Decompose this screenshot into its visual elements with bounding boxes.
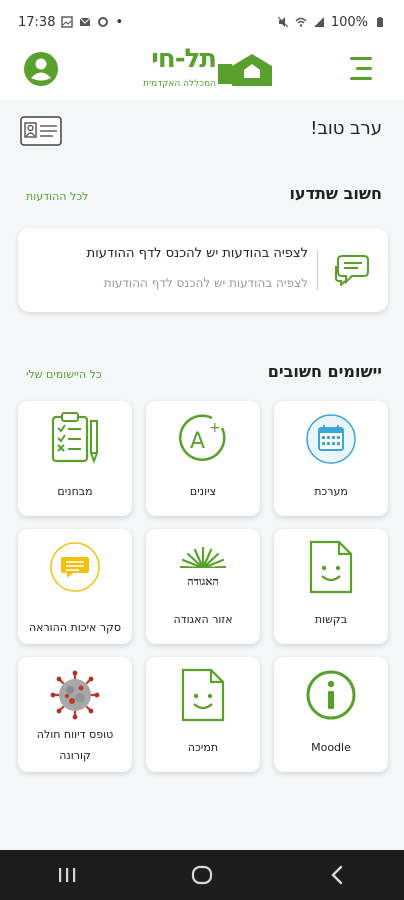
status-bar: 17:38 • 100% — [0, 0, 404, 44]
logo-subtitle: המכללה האקדמית — [143, 79, 216, 89]
app-tile-schedule[interactable]: מערכת — [274, 401, 388, 516]
coronavirus-icon — [50, 670, 100, 720]
notices-card-divider — [317, 250, 318, 290]
home-button[interactable] — [172, 855, 232, 895]
app-tile-label: מבחנים — [57, 485, 93, 498]
chevron-left-icon — [330, 865, 342, 885]
student-id-card-icon[interactable] — [20, 116, 62, 146]
mute-icon — [277, 16, 289, 28]
apps-section-title: יישומים חשובים — [267, 362, 382, 381]
status-dot: • — [115, 14, 124, 30]
app-tile-exams[interactable]: מבחנים — [18, 401, 132, 516]
notices-card[interactable]: לצפיה בהודעות יש להכנס לדף ההודעות לצפיה… — [18, 228, 388, 312]
logo-house-icon — [218, 54, 272, 86]
notices-card-title: לצפיה בהודעות יש להכנס לדף ההודעות — [86, 246, 308, 261]
status-bar-right: 100% — [277, 15, 386, 30]
svg-text:+: + — [209, 420, 221, 436]
status-time: 17:38 — [18, 14, 56, 30]
signal-icon — [313, 17, 324, 27]
survey-chat-icon — [50, 542, 100, 592]
app-tile-student-union[interactable]: האגודה אזור האגודה — [146, 529, 260, 644]
app-tile-grades[interactable]: A + ציונים — [146, 401, 260, 516]
recent-apps-icon — [59, 868, 76, 882]
system-navigation-bar — [0, 850, 404, 900]
smiley-document-icon — [181, 668, 225, 722]
grade-a-plus-icon: A + — [179, 414, 226, 461]
app-tile-label: מערכת — [314, 485, 348, 498]
union-logo-text: האגודה — [187, 575, 218, 588]
app-tile-label: טופס דיווח חולה קורונה — [36, 728, 114, 762]
gallery-notification-icon — [61, 16, 74, 28]
wifi-icon — [295, 17, 307, 27]
app-tile-label: בקשות — [314, 613, 348, 626]
tel-hai-logo: תל-חי המכללה האקדמית — [132, 44, 272, 94]
chat-bubbles-icon — [335, 255, 369, 286]
battery-percent: 100% — [330, 14, 368, 30]
recent-apps-button[interactable] — [37, 855, 97, 895]
hamburger-menu-icon[interactable] — [346, 52, 380, 86]
all-notices-link[interactable]: לכל ההודעות — [26, 190, 88, 203]
calendar-icon — [306, 414, 356, 464]
info-icon — [306, 670, 356, 720]
mail-notification-icon — [80, 17, 91, 26]
back-button[interactable] — [307, 855, 367, 895]
home-circle-icon — [191, 865, 213, 885]
notices-card-subtitle: לצפיה בהודעות יש להכנס לדף ההודעות — [103, 276, 308, 290]
app-tile-label: Moodle — [311, 741, 351, 754]
svg-text:A: A — [190, 429, 205, 454]
app-tile-moodle[interactable]: Moodle — [274, 657, 388, 772]
app-tile-support[interactable]: תמיכה — [146, 657, 260, 772]
notices-section-title: חשוב שתדעו — [289, 184, 382, 203]
app-tile-label: אזור האגודה — [173, 613, 233, 626]
profile-avatar-icon[interactable] — [22, 50, 60, 88]
logo-name: תל-חי — [151, 44, 217, 74]
top-app-bar: תל-חי המכללה האקדמית — [0, 44, 404, 100]
app-tile-label: ציונים — [189, 485, 217, 498]
app-tile-covid-report[interactable]: טופס דיווח חולה קורונה — [18, 657, 132, 772]
student-union-logo-icon: האגודה — [179, 546, 227, 588]
status-bar-left: 17:38 • — [18, 15, 123, 30]
settings-notification-icon — [98, 17, 109, 27]
battery-icon — [377, 17, 383, 27]
app-tile-label: סקר איכות ההוראה — [28, 621, 122, 634]
clipboard-checklist-icon — [51, 412, 98, 464]
app-tile-teaching-survey[interactable]: סקר איכות ההוראה — [18, 529, 132, 644]
greeting-text: ערב טוב! — [310, 118, 382, 139]
app-tile-requests[interactable]: בקשות — [274, 529, 388, 644]
smiley-document-icon — [309, 540, 353, 594]
all-my-apps-link[interactable]: כל היישומים שלי — [26, 368, 102, 381]
app-tile-label: תמיכה — [187, 741, 219, 754]
